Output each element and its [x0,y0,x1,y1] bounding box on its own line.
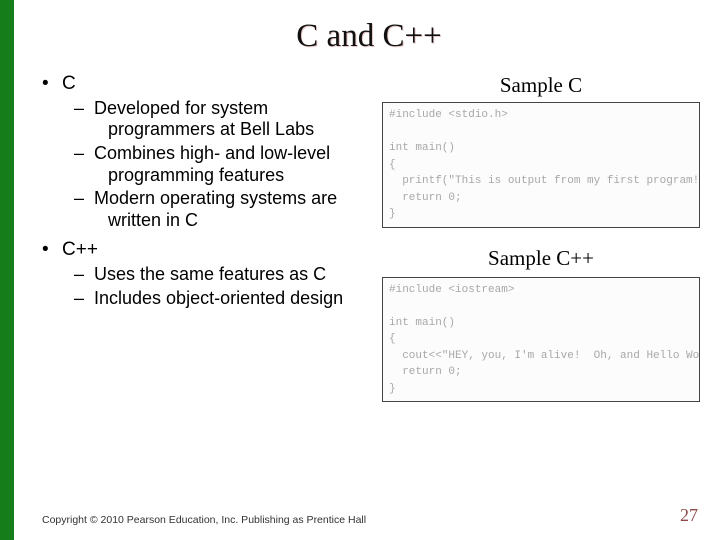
slide-title: C and C++ [38,18,700,55]
bullet-c-sub: Modern operating systems are written in … [52,188,372,231]
left-column: C Developed for system programmers at Be… [38,73,372,402]
right-column: Sample C #include <stdio.h> int main() {… [382,73,700,402]
bullet-c-sub: Developed for system programmers at Bell… [52,98,372,141]
bullet-c: C [38,73,372,96]
slide-body: C Developed for system programmers at Be… [38,73,700,402]
slide: C and C++ C Developed for system program… [0,0,720,540]
sample-c-label: Sample C [382,73,700,98]
sample-cpp-code: #include <iostream> int main() { cout<<"… [382,277,700,403]
bullet-cpp-sub: Includes object-oriented design [52,288,372,310]
page-number: 27 [680,505,698,526]
bullet-cpp: C++ [38,239,372,262]
bullet-c-sub: Combines high- and low-level programming… [52,143,372,186]
sample-c-code: #include <stdio.h> int main() { printf("… [382,102,700,228]
sample-cpp-label: Sample C++ [382,246,700,271]
copyright-footer: Copyright © 2010 Pearson Education, Inc.… [42,514,366,526]
bullet-cpp-sub: Uses the same features as C [52,264,372,286]
